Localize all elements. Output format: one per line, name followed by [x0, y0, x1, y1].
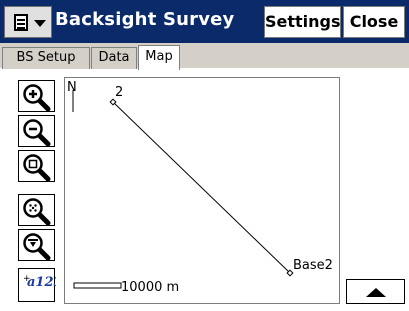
- start-menu-button[interactable]: [4, 6, 52, 38]
- window-title: Backsight Survey: [55, 9, 235, 30]
- point-labels-button[interactable]: + a123: [18, 268, 56, 302]
- tab-bs-setup[interactable]: BS Setup: [2, 47, 90, 69]
- zoom-extents-icon: [23, 198, 51, 226]
- zoom-out-button[interactable]: [18, 115, 55, 147]
- close-button[interactable]: Close: [343, 6, 405, 38]
- zoom-in-icon: [23, 84, 51, 112]
- settings-button[interactable]: Settings: [264, 6, 341, 38]
- title-bar: Backsight Survey Settings Close: [0, 0, 409, 43]
- tab-map[interactable]: Map: [138, 45, 180, 70]
- point-label: 2: [115, 85, 124, 100]
- zoom-window-button[interactable]: [18, 150, 55, 182]
- zoom-to-point-icon: [23, 233, 51, 261]
- north-label: N: [67, 80, 77, 95]
- zoom-window-icon: [23, 154, 51, 182]
- scale-label: 10000 m: [121, 280, 180, 295]
- point-label: Base2: [293, 258, 333, 273]
- zoom-extents-button[interactable]: [18, 194, 55, 226]
- scroll-up-button[interactable]: [346, 279, 405, 304]
- tab-data[interactable]: Data: [91, 47, 137, 69]
- zoom-to-point-button[interactable]: [18, 229, 55, 261]
- start-menu-icon: [14, 14, 28, 31]
- svg-text:a123: a123: [27, 275, 56, 290]
- zoom-out-icon: [23, 119, 51, 147]
- up-arrow-icon: [366, 288, 386, 297]
- zoom-in-button[interactable]: [18, 80, 55, 112]
- backsight-line: [112, 101, 291, 274]
- scale-bar: [73, 282, 122, 289]
- tab-bar: BS Setup Data Map: [0, 43, 409, 70]
- point-labels-icon: + a123: [22, 271, 56, 301]
- chevron-down-icon: [34, 20, 46, 27]
- map-canvas[interactable]: N 2 Base2 10000 m: [64, 77, 340, 304]
